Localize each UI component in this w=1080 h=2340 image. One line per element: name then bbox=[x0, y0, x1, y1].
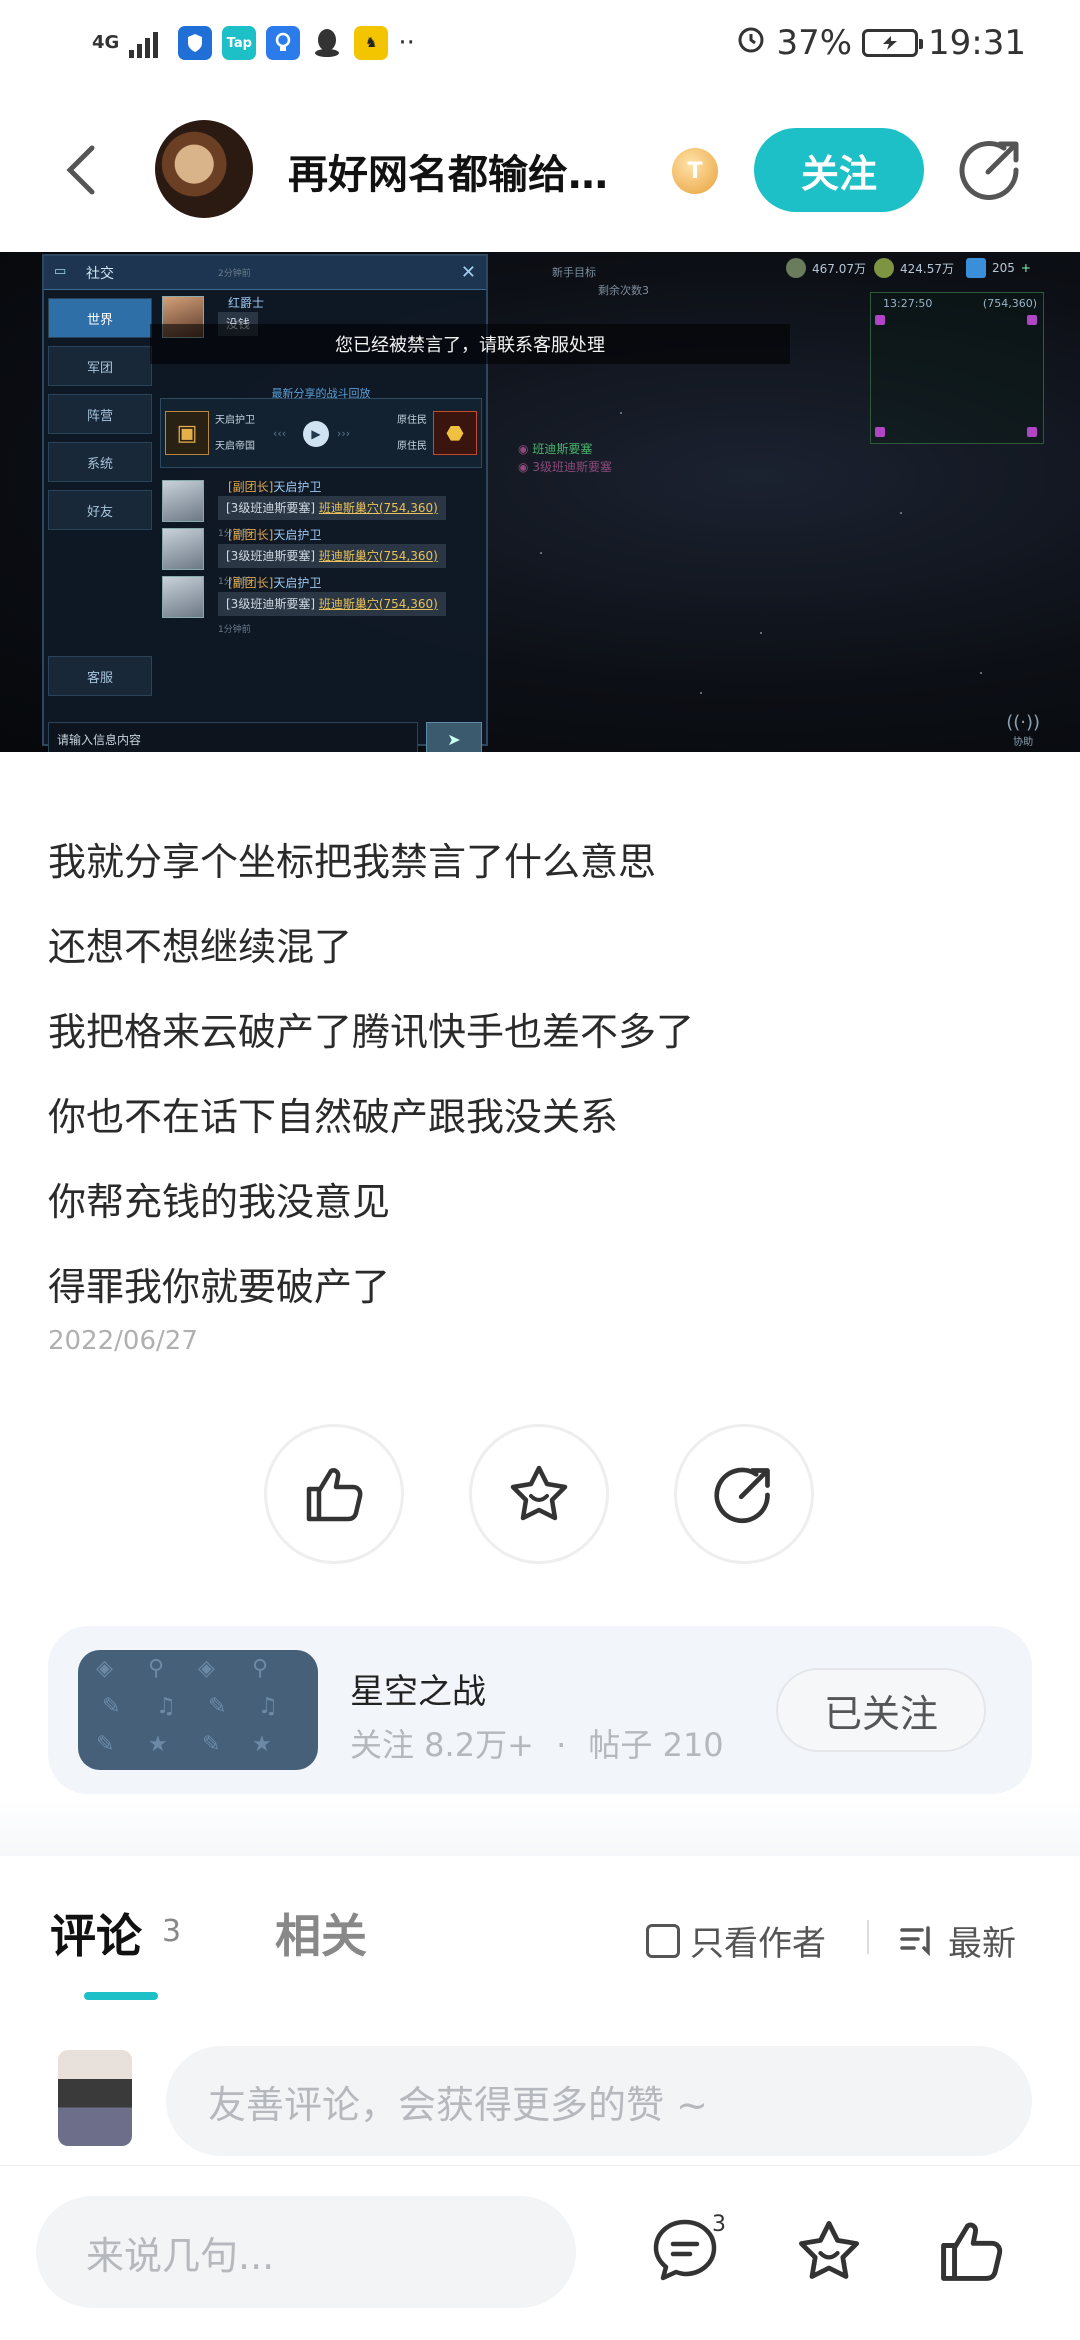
game-replay-share: 最新分享的战斗回放 ▣ 天启护卫 天启帝国 ▶ ‹‹‹ ››› 原住民 原住民 … bbox=[160, 387, 482, 468]
game-app-icon: ♞ bbox=[354, 26, 389, 60]
game-chat-input: 请输入信息内容 bbox=[48, 722, 418, 752]
level-badge: T bbox=[672, 148, 718, 194]
status-bar: 4G Tap ♞ ·· 37% 19:31 bbox=[0, 0, 1080, 86]
game-mission: 新手目标 剩余次数3 bbox=[552, 266, 649, 297]
post-line: 你也不在话下自然破产跟我没关系 bbox=[48, 1095, 619, 1139]
send-icon: ➤ bbox=[426, 722, 482, 752]
game-resource: 424.57万 bbox=[874, 258, 954, 278]
game-tab: 世界 bbox=[48, 298, 152, 338]
chat-icon: ▭ bbox=[54, 264, 67, 279]
post-date: 2022/06/27 bbox=[48, 1326, 198, 1356]
chevron-left-icon bbox=[66, 145, 95, 195]
user-avatar[interactable] bbox=[58, 2050, 132, 2146]
post-line: 我就分享个坐标把我禁言了什么意思 bbox=[48, 840, 657, 884]
share-icon bbox=[714, 1467, 770, 1524]
comment-count: 3 bbox=[162, 1914, 182, 1949]
game-card-title: 星空之战 bbox=[350, 1672, 486, 1712]
network-type: 4G bbox=[92, 32, 120, 53]
post-line: 你帮充钱的我没意见 bbox=[48, 1180, 391, 1224]
more-notifications: ·· bbox=[398, 28, 415, 58]
favorite-button[interactable] bbox=[469, 1424, 609, 1564]
game-tab: 系统 bbox=[48, 442, 152, 482]
game-tab: 好友 bbox=[48, 490, 152, 530]
sort-icon bbox=[900, 1925, 930, 1956]
post-actions bbox=[264, 1424, 814, 1564]
close-icon: ✕ bbox=[460, 262, 476, 283]
game-follow-button[interactable]: 已关注 bbox=[776, 1668, 986, 1752]
follow-button[interactable]: 关注 bbox=[754, 128, 924, 212]
bottom-bar: 来说几句... 3 bbox=[0, 2165, 1080, 2340]
shield-app-icon bbox=[178, 26, 213, 60]
author-avatar[interactable] bbox=[155, 120, 253, 218]
like-button[interactable] bbox=[264, 1424, 404, 1564]
say-input[interactable]: 来说几句... bbox=[36, 2196, 576, 2308]
post-line: 我把格来云破产了腾讯快手也差不多了 bbox=[48, 1010, 695, 1054]
comment-tabs: 评论 3 相关 只看作者 最新 bbox=[0, 1856, 1080, 2006]
battery-percent: 37% bbox=[776, 23, 853, 63]
game-card[interactable]: ◈ ⚲ ◈ ⚲ ✎ ♫ ✎ ♫ ✎ ★ ✎ ★ 星空之战 关注 8.2万+ · 帖子 210 已关… bbox=[48, 1626, 1032, 1794]
alarm-icon bbox=[736, 23, 766, 63]
game-tab: 阵营 bbox=[48, 394, 152, 434]
post-image[interactable]: 新手目标 剩余次数3 467.07万 424.57万 205 + 13:27:50… bbox=[0, 252, 1080, 752]
tab-related[interactable]: 相关 bbox=[275, 1900, 367, 1966]
thumbs-up-icon bbox=[306, 1468, 363, 1522]
post-line: 得罪我你就要破产了 bbox=[48, 1265, 391, 1309]
play-icon: ▶ bbox=[303, 421, 329, 447]
back-button[interactable] bbox=[56, 138, 104, 202]
clock: 19:31 bbox=[928, 23, 1026, 63]
sort-button[interactable]: 最新 bbox=[900, 1916, 1016, 1965]
thumbs-up-icon bbox=[941, 2222, 1003, 2281]
game-tab: 军团 bbox=[48, 346, 152, 386]
game-message: [副团长]天启护卫 [3级班迪斯要塞] 班迪斯巢穴(754,360) 1分钟前 bbox=[162, 572, 482, 638]
battery-icon bbox=[862, 29, 924, 57]
like-bottom-button[interactable] bbox=[926, 2206, 1016, 2296]
comment-input[interactable]: 友善评论，会获得更多的赞 ~ bbox=[166, 2046, 1032, 2156]
comment-count-badge: 3 bbox=[712, 2212, 726, 2237]
game-minimap: 13:27:50 (754,360) bbox=[870, 292, 1044, 444]
banned-notice: 您已经被禁言了，请联系客服处理 bbox=[150, 324, 790, 364]
game-tab: 客服 bbox=[48, 656, 152, 696]
game-help: ((·)) 协助 bbox=[1006, 712, 1040, 748]
star-icon bbox=[798, 2220, 860, 2279]
comment-bubble-icon bbox=[653, 2219, 717, 2281]
share-icon bbox=[959, 140, 1019, 200]
section-divider bbox=[0, 1800, 1080, 1856]
divider bbox=[867, 1920, 869, 1954]
bulb-app-icon bbox=[266, 26, 301, 60]
share-button[interactable] bbox=[958, 136, 1024, 202]
only-author-toggle[interactable]: 只看作者 bbox=[646, 1916, 826, 1965]
game-card-meta: 关注 8.2万+ · 帖子 210 bbox=[350, 1726, 724, 1764]
share-post-button[interactable] bbox=[674, 1424, 814, 1564]
checkbox-icon bbox=[646, 1923, 680, 1958]
signal-icon bbox=[129, 28, 159, 58]
game-card-image: ◈ ⚲ ◈ ⚲ ✎ ♫ ✎ ♫ ✎ ★ ✎ ★ bbox=[78, 1650, 318, 1770]
active-tab-indicator bbox=[84, 1992, 158, 2000]
author-name[interactable]: 再好网名都输给… bbox=[288, 142, 608, 200]
game-resource: 205 + bbox=[966, 258, 1031, 278]
taptap-app-icon: Tap bbox=[222, 26, 257, 60]
favorite-bottom-button[interactable] bbox=[784, 2206, 874, 2296]
tab-comments[interactable]: 评论 bbox=[50, 1900, 142, 1966]
post-body: 我就分享个坐标把我禁言了什么意思 还想不想继续混了 我把格来云破产了腾讯快手也差… bbox=[48, 820, 1028, 1330]
qq-app-icon bbox=[310, 26, 344, 60]
game-fort-label: ◉ 班迪斯要塞 ◉ 3级班迪斯要塞 bbox=[518, 442, 612, 474]
post-header: 再好网名都输给… T 关注 bbox=[0, 86, 1080, 252]
star-icon bbox=[510, 1465, 568, 1521]
post-line: 还想不想继续混了 bbox=[48, 925, 353, 969]
game-resource: 467.07万 bbox=[786, 258, 866, 278]
